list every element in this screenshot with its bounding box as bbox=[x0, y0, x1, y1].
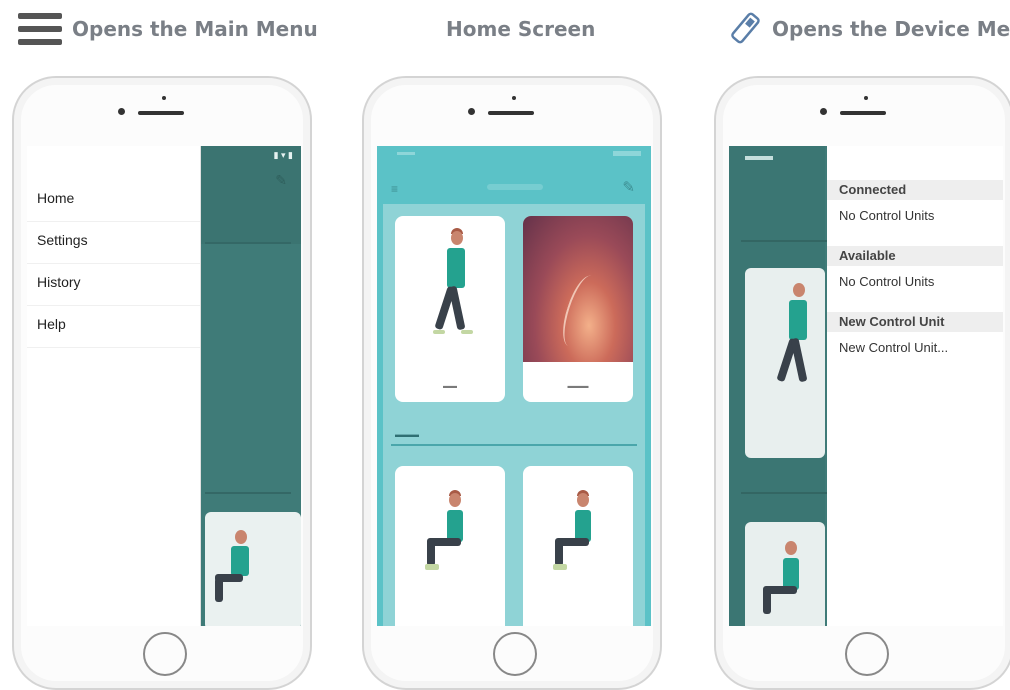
phone-main-menu: ▮ ▾ ▮ ✎ Home Settings History Help bbox=[12, 76, 312, 690]
device-menu-caption: Opens the Device Menu bbox=[722, 12, 1010, 44]
background-exercise-card bbox=[745, 268, 825, 458]
hamburger-icon bbox=[18, 13, 62, 45]
section-new-control-unit: New Control Unit bbox=[827, 312, 1003, 332]
phone-speaker bbox=[138, 111, 184, 115]
sitting-figure bbox=[759, 538, 809, 618]
menu-item-settings[interactable]: Settings bbox=[27, 222, 200, 264]
phone-camera bbox=[820, 108, 827, 115]
section-connected: Connected bbox=[827, 180, 1003, 200]
home-screen: ≡ ✎ ▬▬ ▬▬▬ ▬▬▬ bbox=[377, 146, 651, 626]
available-control-units: No Control Units bbox=[839, 274, 935, 289]
walking-figure bbox=[775, 280, 815, 390]
main-menu-screen: ▮ ▾ ▮ ✎ Home Settings History Help bbox=[27, 146, 301, 626]
phone-speaker bbox=[488, 111, 534, 115]
usb-icon bbox=[731, 12, 760, 44]
sitting-figure bbox=[423, 490, 473, 570]
walking-figure bbox=[433, 228, 473, 338]
exercise-card[interactable]: ▬▬▬ bbox=[523, 216, 633, 402]
exercise-card[interactable] bbox=[523, 466, 633, 626]
background-exercise-card bbox=[745, 522, 825, 626]
section-label: ▬▬▬ bbox=[395, 430, 419, 439]
bluetooth-icon[interactable]: ✎ bbox=[622, 178, 635, 196]
phone-home-screen: ≡ ✎ ▬▬ ▬▬▬ ▬▬▬ bbox=[362, 76, 662, 690]
phone-sensor bbox=[864, 96, 868, 100]
status-bar-icons bbox=[613, 151, 641, 156]
status-time bbox=[745, 156, 773, 160]
exercise-card[interactable] bbox=[395, 466, 505, 626]
exercise-image bbox=[523, 216, 633, 362]
device-menu-screen: Connected No Control Units Available No … bbox=[729, 146, 1003, 626]
phone-home-button[interactable] bbox=[493, 632, 537, 676]
status-bar-icons: ▮ ▾ ▮ bbox=[273, 150, 293, 160]
main-menu-drawer: Home Settings History Help bbox=[27, 146, 201, 626]
phone-sensor bbox=[162, 96, 166, 100]
main-menu-caption-text: Opens the Main Menu bbox=[72, 17, 318, 41]
exercise-card[interactable]: ▬▬ bbox=[395, 216, 505, 402]
background-divider bbox=[205, 492, 291, 494]
phone-home-button[interactable] bbox=[143, 632, 187, 676]
exercise-figure bbox=[215, 530, 255, 610]
section-divider bbox=[391, 444, 637, 446]
connected-control-units: No Control Units bbox=[839, 208, 935, 223]
phone-speaker bbox=[840, 111, 886, 115]
phone-camera bbox=[118, 108, 125, 115]
device-menu-caption-text: Opens the Device Menu bbox=[772, 17, 1010, 41]
section-available: Available bbox=[827, 246, 1003, 266]
main-menu-caption: Opens the Main Menu bbox=[18, 13, 318, 45]
menu-icon[interactable]: ≡ bbox=[391, 182, 398, 196]
phone-sensor bbox=[512, 96, 516, 100]
phone-home-button[interactable] bbox=[845, 632, 889, 676]
app-logo bbox=[487, 184, 543, 190]
bluetooth-icon: ✎ bbox=[275, 172, 287, 188]
exercise-card-label: ▬▬▬ bbox=[567, 383, 589, 390]
home-screen-caption-text: Home Screen bbox=[446, 17, 596, 41]
status-time bbox=[397, 152, 415, 155]
menu-item-help[interactable]: Help bbox=[27, 306, 200, 348]
home-screen-caption: Home Screen bbox=[446, 14, 595, 44]
background-divider bbox=[205, 242, 291, 244]
new-control-unit-button[interactable]: New Control Unit... bbox=[827, 332, 1003, 366]
background-exercise-card bbox=[205, 512, 301, 626]
menu-item-home[interactable]: Home bbox=[27, 180, 200, 222]
device-menu-drawer: Connected No Control Units Available No … bbox=[827, 146, 1003, 626]
exercise-card-label: ▬▬ bbox=[443, 383, 457, 390]
phone-camera bbox=[468, 108, 475, 115]
menu-item-history[interactable]: History bbox=[27, 264, 200, 306]
phone-device-menu: Connected No Control Units Available No … bbox=[714, 76, 1010, 690]
sitting-figure bbox=[551, 490, 601, 570]
